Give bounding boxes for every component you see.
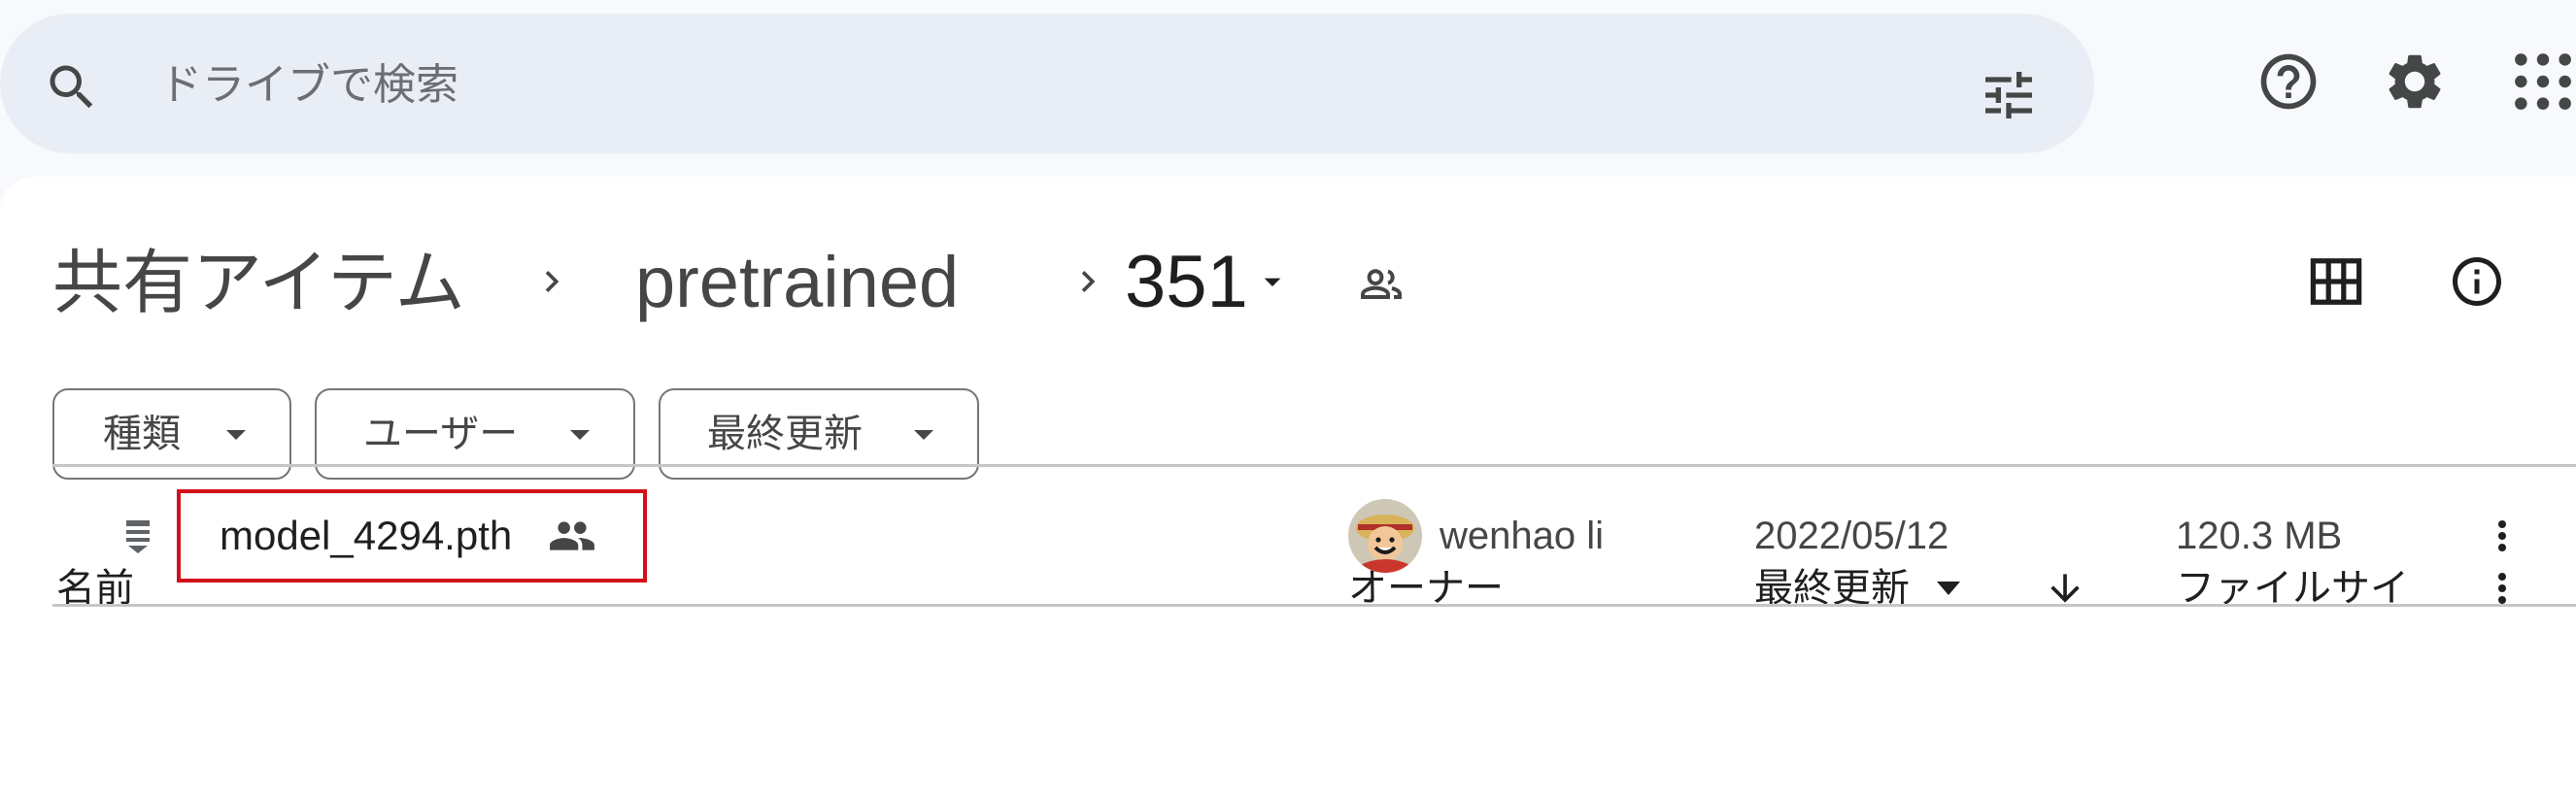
caret-down-icon[interactable] <box>1253 262 1292 301</box>
breadcrumb-pretrained[interactable]: pretrained <box>635 229 959 336</box>
breadcrumb-current-folder[interactable]: 351 <box>1125 229 1248 336</box>
search-icon[interactable] <box>43 58 101 117</box>
settings-icon[interactable] <box>2382 49 2448 115</box>
caret-down-icon <box>226 430 246 440</box>
info-icon[interactable] <box>2448 252 2506 311</box>
shared-people-icon <box>1361 269 1402 299</box>
top-bar <box>0 0 2576 175</box>
search-options-icon[interactable] <box>1978 64 2040 126</box>
caret-down-icon <box>570 430 590 440</box>
divider <box>52 464 2576 467</box>
chevron-right-icon <box>1081 271 1096 292</box>
breadcrumb-shared-items[interactable]: 共有アイテム <box>52 229 465 336</box>
divider <box>52 604 2576 607</box>
caret-down-icon <box>914 430 933 440</box>
avatar <box>1348 499 1422 573</box>
search-bar[interactable] <box>0 14 2094 153</box>
apps-icon[interactable] <box>2510 49 2576 115</box>
more-vert-icon[interactable] <box>2479 513 2525 559</box>
owner-name: wenhao li <box>1440 515 1605 557</box>
modified-date: 2022/05/12 <box>1754 515 1949 557</box>
table-row[interactable]: model_4294.pth wenhao li 2022/05/12 120.… <box>52 468 2576 604</box>
owner-avatar-icon <box>1348 499 1422 573</box>
search-input[interactable] <box>157 43 1910 126</box>
shared-people-icon <box>550 521 594 550</box>
binary-file-icon <box>126 520 150 553</box>
chevron-right-icon <box>545 271 559 292</box>
file-size: 120.3 MB <box>2176 515 2343 557</box>
file-name[interactable]: model_4294.pth <box>220 489 512 583</box>
grid-view-icon[interactable] <box>2308 256 2364 307</box>
help-icon[interactable] <box>2255 49 2322 115</box>
